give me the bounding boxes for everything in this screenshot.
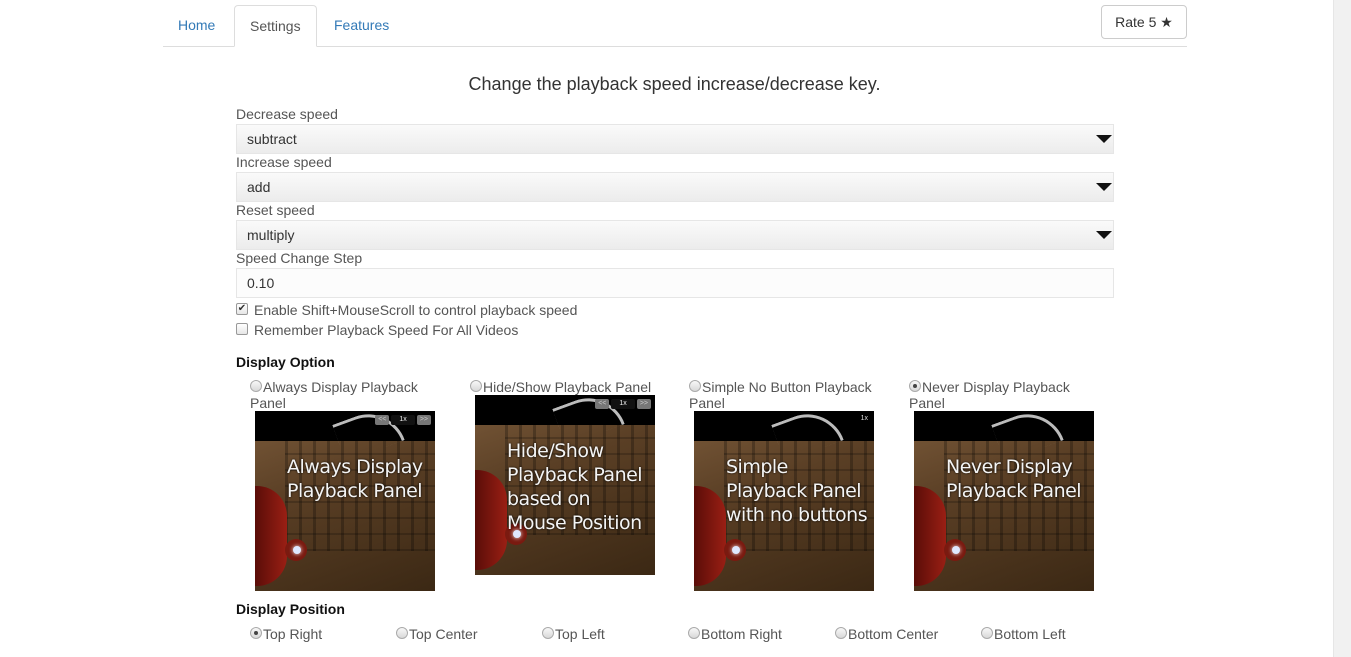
radio-bottom-right[interactable]	[688, 627, 700, 639]
speed-step-input[interactable]: 0.10	[236, 268, 1114, 298]
forward-icon: >>	[416, 415, 431, 425]
nav-tabs: Home Settings Features	[163, 5, 1187, 47]
preview-never-image[interactable]: Never Display Playback Panel	[914, 411, 1094, 591]
shift-scroll-label: Enable Shift+MouseScroll to control play…	[254, 302, 578, 318]
display-option-hideshow[interactable]: Hide/Show Playback Panel	[470, 379, 670, 395]
rate-button[interactable]: Rate 5 ★	[1101, 5, 1187, 39]
preview-caption: Hide/Show Playback Panel based on Mouse …	[507, 440, 643, 534]
forward-icon: >>	[636, 399, 651, 409]
display-option-never[interactable]: Never Display Playback Panel	[909, 379, 1109, 411]
position-bottom-center[interactable]: Bottom Center	[835, 626, 938, 642]
chevron-down-icon	[1096, 135, 1112, 143]
display-option-simple-label: Simple No Button Playback Panel	[689, 379, 872, 411]
position-top-left-label: Top Left	[555, 626, 605, 642]
position-top-right-label: Top Right	[263, 626, 323, 642]
display-option-title: Display Option	[236, 354, 335, 370]
display-option-always[interactable]: Always Display Playback Panel	[250, 379, 450, 411]
preview-caption: Always Display Playback Panel	[287, 456, 423, 502]
position-bottom-left[interactable]: Bottom Left	[981, 626, 1066, 642]
decrease-speed-select[interactable]: subtract	[236, 124, 1114, 154]
speed-readout: 1x	[611, 399, 635, 409]
speed-readout: 1x	[391, 415, 415, 425]
increase-speed-select[interactable]: add	[236, 172, 1114, 202]
remember-speed-label: Remember Playback Speed For All Videos	[254, 322, 519, 338]
shift-scroll-checkbox[interactable]: ✔	[236, 303, 248, 315]
position-bottom-right[interactable]: Bottom Right	[688, 626, 782, 642]
reactor-light	[732, 546, 740, 554]
radio-top-left[interactable]	[542, 627, 554, 639]
preview-caption: Simple Playback Panel with no buttons	[726, 456, 868, 526]
rewind-icon: <<	[595, 399, 610, 409]
display-option-hideshow-label: Hide/Show Playback Panel	[483, 379, 652, 395]
arm-figure	[475, 470, 507, 570]
arm-figure	[255, 486, 287, 586]
radio-top-center[interactable]	[396, 627, 408, 639]
position-bottom-left-label: Bottom Left	[994, 626, 1066, 642]
chevron-down-icon	[1096, 183, 1112, 191]
radio-bottom-left[interactable]	[981, 627, 993, 639]
playback-panel: << 1x >>	[595, 399, 651, 409]
preview-hideshow-image[interactable]: << 1x >> Hide/Show Playback Panel based …	[475, 395, 655, 575]
position-top-center-label: Top Center	[409, 626, 478, 642]
display-option-simple[interactable]: Simple No Button Playback Panel	[689, 379, 889, 411]
position-top-right[interactable]: Top Right	[250, 626, 322, 642]
arm-figure	[694, 486, 726, 586]
playback-panel: << 1x >>	[375, 415, 431, 425]
chevron-down-icon	[1096, 231, 1112, 239]
preview-caption: Never Display Playback Panel	[946, 456, 1082, 502]
speed-readout: 1x	[860, 415, 868, 422]
position-top-center[interactable]: Top Center	[396, 626, 477, 642]
decrease-speed-value: subtract	[247, 131, 297, 147]
increase-speed-value: add	[247, 179, 271, 195]
preview-always-image[interactable]: << 1x >> Always Display Playback Panel	[255, 411, 435, 591]
radio-bottom-center[interactable]	[835, 627, 847, 639]
reactor-light	[952, 546, 960, 554]
radio-always[interactable]	[250, 380, 262, 392]
position-bottom-right-label: Bottom Right	[701, 626, 782, 642]
reset-speed-select[interactable]: multiply	[236, 220, 1114, 250]
reactor-light	[293, 546, 301, 554]
display-option-always-label: Always Display Playback Panel	[250, 379, 418, 411]
page-title: Change the playback speed increase/decre…	[468, 74, 881, 94]
radio-simple[interactable]	[689, 380, 701, 392]
arm-figure	[914, 486, 946, 586]
radio-hideshow[interactable]	[470, 380, 482, 392]
reset-speed-value: multiply	[247, 227, 295, 243]
speed-step-label: Speed Change Step	[236, 250, 363, 266]
page-scrollbar[interactable]	[1333, 0, 1351, 657]
radio-top-right[interactable]	[250, 627, 262, 639]
preview-simple-image[interactable]: 1x Simple Playback Panel with no buttons	[694, 411, 874, 591]
radio-never[interactable]	[909, 380, 921, 392]
tab-settings[interactable]: Settings	[234, 5, 317, 47]
increase-speed-label: Increase speed	[236, 154, 332, 170]
tab-home[interactable]: Home	[163, 5, 230, 46]
display-position-title: Display Position	[236, 601, 345, 617]
reset-speed-label: Reset speed	[236, 202, 315, 218]
tab-features[interactable]: Features	[319, 5, 404, 46]
remember-speed-checkbox-row[interactable]: Remember Playback Speed For All Videos	[236, 322, 518, 338]
remember-speed-checkbox[interactable]	[236, 323, 248, 335]
display-option-never-label: Never Display Playback Panel	[909, 379, 1070, 411]
decrease-speed-label: Decrease speed	[236, 106, 338, 122]
rewind-icon: <<	[375, 415, 390, 425]
position-bottom-center-label: Bottom Center	[848, 626, 939, 642]
position-top-left[interactable]: Top Left	[542, 626, 605, 642]
shift-scroll-checkbox-row[interactable]: ✔ Enable Shift+MouseScroll to control pl…	[236, 302, 577, 318]
